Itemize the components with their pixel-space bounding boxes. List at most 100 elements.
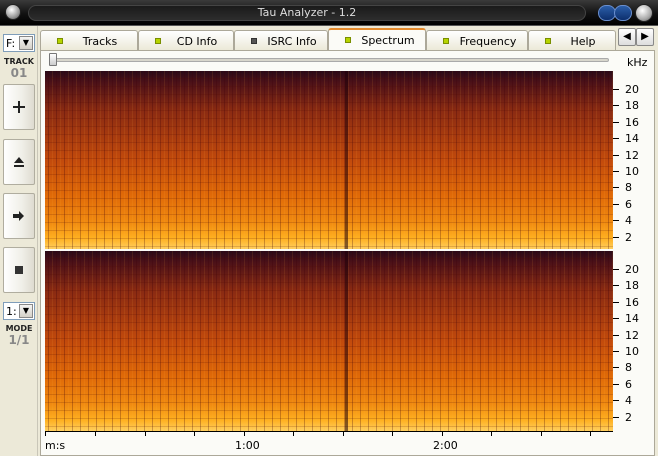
tab-label: Help [570,35,596,48]
axis-tick [442,431,443,436]
chevron-right-icon: ▶ [641,31,649,42]
tab-label: ISRC Info [267,35,317,48]
chevron-left-icon: ◀ [623,31,631,42]
frequency-tick-label: 18 [625,279,639,292]
frequency-tick-label: 16 [625,296,639,309]
axis-tick [613,384,619,385]
arrow-right-icon [13,211,24,221]
frequency-axis-right-channel: 20 18 16 14 12 10 8 6 4 2 [613,251,639,431]
tab-spectrum[interactable]: Spectrum [328,28,426,50]
frequency-tick-label: 16 [625,116,639,129]
play-button[interactable] [3,193,35,239]
axis-tick [613,122,619,123]
app-menu-icon[interactable] [5,4,21,20]
drive-select[interactable]: F: ▼ [3,34,35,52]
tab-cd-info[interactable]: CD Info [138,30,234,50]
title-bar: Tau Analyzer - 1.2 [0,0,658,26]
axis-tick [590,431,591,436]
chevron-down-icon[interactable]: ▼ [19,304,33,318]
axis-tick [491,431,492,436]
axis-tick [613,105,619,106]
axis-tick [145,431,146,436]
frequency-tick-label: 12 [625,149,639,162]
tab-label: Spectrum [361,34,415,47]
frequency-tick-label: 4 [625,394,632,407]
axis-tick [613,417,619,418]
frequency-tick-label: 6 [625,198,632,211]
tab-scroll-left-button[interactable]: ◀ [618,28,636,46]
axis-tick [613,318,619,319]
close-button[interactable] [635,4,653,22]
time-tick-label: 2:00 [433,439,458,452]
tab-label: Tracks [82,35,118,48]
axis-tick [613,302,619,303]
frequency-tick-label: 18 [625,99,639,112]
stop-button[interactable] [3,247,35,293]
axis-tick [95,431,96,436]
tab-bar: Tracks CD Info ISRC Info Spectrum Freque… [40,28,618,50]
tab-tracks[interactable]: Tracks [40,30,138,50]
frequency-tick-label: 14 [625,132,639,145]
axis-tick [613,400,619,401]
axis-tick [613,285,619,286]
axis-tick [392,431,393,436]
spectrogram-texture [45,71,613,249]
tab-label: CD Info [176,35,218,48]
frequency-tick-label: 2 [625,231,632,244]
maximize-button[interactable] [614,5,632,21]
axis-tick [244,431,245,436]
spectrogram-transient [345,71,348,249]
axis-tick [613,171,619,172]
plus-icon [13,101,25,113]
track-number: 01 [10,66,28,80]
tab-isrc-info[interactable]: ISRC Info [234,30,328,50]
axis-tick [293,431,294,436]
axis-tick [613,269,619,270]
axis-tick [613,237,619,238]
sidebar: F: ▼ TRACK 01 1: ▼ MODE 1/1 [0,26,38,456]
frequency-tick-label: 14 [625,312,639,325]
position-slider-track[interactable] [49,58,609,62]
frequency-axis-left-channel: 20 18 16 14 12 10 8 6 4 2 [613,71,639,249]
mode-select-value: 1: [6,305,17,318]
status-led-icon [251,38,257,44]
spectrum-panel: kHz 20 18 16 14 12 10 8 6 4 2 20 18 16 1… [40,50,655,456]
axis-tick [613,89,619,90]
spectrogram-right-channel [45,251,613,431]
time-unit-label: m:s [45,439,66,452]
axis-tick [541,431,542,436]
window-title: Tau Analyzer - 1.2 [257,6,357,19]
tab-label: Frequency [459,35,517,48]
frequency-tick-label: 2 [625,411,632,424]
axis-tick [45,431,46,436]
axis-tick [613,351,619,352]
frequency-tick-label: 8 [625,181,632,194]
status-led-icon [57,38,63,44]
axis-tick [613,367,619,368]
chevron-down-icon[interactable]: ▼ [19,36,33,50]
frequency-tick-label: 6 [625,378,632,391]
add-button[interactable] [3,84,35,130]
status-led-icon [155,38,161,44]
status-led-icon [345,37,351,43]
tab-frequency[interactable]: Frequency [426,30,528,50]
frequency-tick-label: 10 [625,165,639,178]
position-slider-handle[interactable] [49,53,57,66]
track-label: TRACK [4,57,34,66]
tab-help[interactable]: Help [528,30,616,50]
time-tick-label: 1:00 [235,439,260,452]
spectrogram-left-channel [45,71,613,249]
mode-label: MODE [5,324,33,333]
frequency-tick-label: 12 [625,329,639,342]
frequency-tick-label: 8 [625,361,632,374]
axis-tick [613,220,619,221]
tab-scroll-right-button[interactable]: ▶ [636,28,654,46]
axis-line [45,431,613,432]
status-led-icon [443,38,449,44]
spectrogram-texture [45,251,613,431]
axis-tick [613,204,619,205]
eject-button[interactable] [3,139,35,185]
axis-tick [613,155,619,156]
mode-select[interactable]: 1: ▼ [3,302,35,320]
frequency-tick-label: 10 [625,345,639,358]
